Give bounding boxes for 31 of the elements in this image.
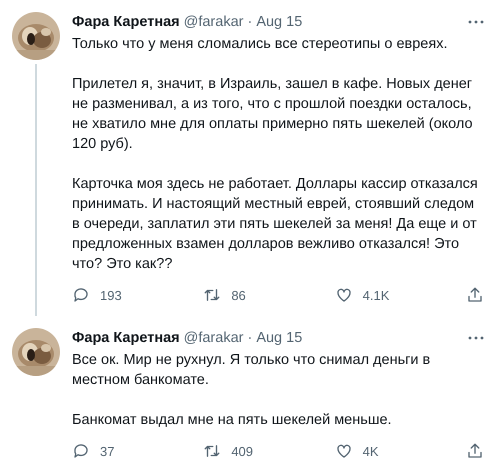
more-icon[interactable] — [468, 336, 484, 340]
tweet-text: Карточка моя здесь не работает. Доллары кассир отказался принимать. И настоящий местный еврей, стоявший следом в очереди, заплатил эти пять шекелей за меня! Да еще и от предложенных взамен долларов вежливо отказался! Это что? Это как?? — [72, 175, 479, 274]
share-button[interactable] — [466, 442, 484, 460]
author-handle: @farakar — [184, 13, 244, 32]
heart-icon — [334, 286, 353, 304]
tweet-text: Банкомат выдал мне на пять шекелей меньше. — [72, 411, 393, 430]
author-name: Фара Каретная — [72, 329, 180, 348]
reply-button[interactable]: 37 — [72, 442, 132, 460]
share-icon — [466, 286, 484, 304]
retweet-button[interactable]: 409 — [203, 442, 264, 460]
author-name: Фара Каретная — [72, 13, 180, 32]
speech-bubble-icon — [72, 286, 90, 304]
like-button[interactable]: 4K — [334, 442, 395, 460]
heart-icon — [334, 442, 353, 460]
separator: · — [247, 329, 252, 348]
retweet-button[interactable]: 86 — [203, 286, 264, 304]
share-button[interactable] — [466, 286, 484, 304]
retweet-icon — [203, 286, 222, 304]
speech-bubble-icon — [72, 442, 90, 460]
tweet-text: Прилетел я, значит, в Израиль, зашел в кафе. Новых денег не разменивал, а из того, что с прошлой поездки осталось, не хватило мне для оплаты примерно пять шекелей (около 120 руб). — [72, 75, 474, 154]
like-button[interactable]: 4.1K — [334, 286, 395, 304]
reply-button[interactable]: 193 — [72, 286, 132, 304]
separator: · — [247, 13, 252, 32]
tweet-date: Aug 15 — [256, 329, 302, 348]
tweet-date: Aug 15 — [256, 13, 302, 32]
author-handle: @farakar — [184, 329, 244, 348]
share-icon — [466, 442, 484, 460]
tweet-text: Только что у меня сломались все стереотипы о евреях. — [72, 35, 448, 54]
tweet-text: Все ок. Мир не рухнул. Я только что снимал деньги в местном банкомате. — [72, 351, 432, 390]
retweet-icon — [203, 442, 222, 460]
more-icon[interactable] — [468, 20, 484, 24]
